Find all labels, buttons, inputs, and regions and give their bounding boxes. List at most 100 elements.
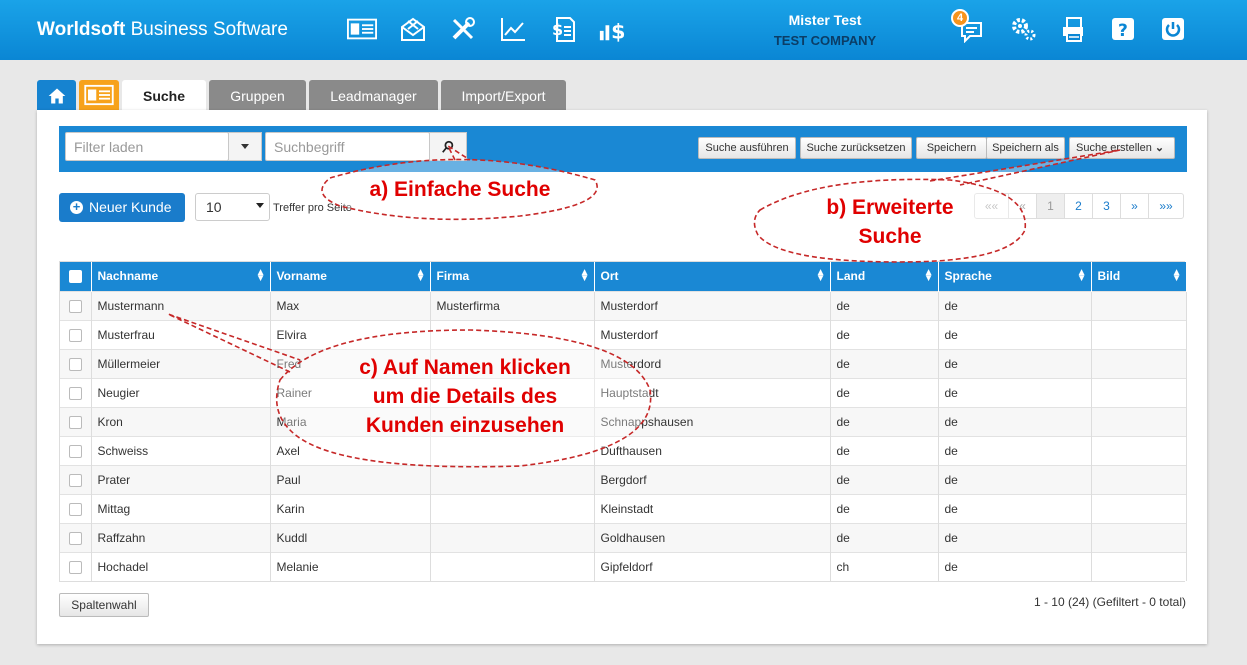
cell-nachname[interactable]: Raffzahn [91, 522, 271, 552]
power-icon[interactable] [1156, 14, 1190, 44]
annotation-click-name-line3: Kunden einzusehen [365, 414, 565, 437]
notification-badge[interactable]: 4 [951, 9, 969, 27]
cell-firma [430, 551, 595, 581]
cell-nachname[interactable]: Schweiss [91, 435, 271, 465]
col-header-nachname[interactable]: Nachname ▲ ▼ [91, 262, 271, 291]
table-row[interactable]: Hochadel Melanie Gipfeldorf ch de [60, 551, 1187, 581]
cell-ort: Bergdorf [594, 464, 831, 494]
cell-nachname[interactable]: Musterfrau [91, 319, 271, 349]
row-checkbox[interactable] [68, 473, 82, 487]
filter-dropdown-button[interactable] [228, 132, 262, 161]
row-select-cell [60, 290, 92, 320]
sort-icon: ▲ ▼ [923, 267, 934, 284]
table-row[interactable]: Schweiss Axel Dufthausen de de [60, 435, 1187, 465]
help-icon[interactable]: ? [1106, 14, 1140, 44]
new-customer-button[interactable]: + Neuer Kunde [59, 193, 185, 222]
pager-last[interactable]: »» [1149, 194, 1183, 218]
tab-contacts[interactable] [79, 80, 119, 110]
row-checkbox[interactable] [68, 299, 82, 313]
reset-search-button[interactable]: Suche zurücksetzen [800, 137, 912, 159]
cell-nachname[interactable]: Neugier [91, 377, 271, 407]
cell-sprache: de [938, 290, 1092, 320]
cell-firma [430, 319, 595, 349]
tab-leadmanager[interactable]: Leadmanager [309, 80, 438, 110]
cell-bild [1091, 435, 1187, 465]
mail-icon[interactable] [396, 14, 430, 44]
col-header-land[interactable]: Land ▲ ▼ [830, 262, 939, 291]
cell-ort: Musterdorf [594, 319, 831, 349]
settings-icon[interactable] [1006, 14, 1040, 44]
save-button[interactable]: Speichern [916, 137, 987, 159]
row-checkbox[interactable] [68, 531, 82, 545]
cell-nachname[interactable]: Mustermann [91, 290, 271, 320]
col-header-vorname[interactable]: Vorname ▲ ▼ [270, 262, 431, 291]
cell-vorname: Karin [270, 493, 431, 523]
execute-search-button[interactable]: Suche ausführen [698, 137, 796, 159]
user-name: Mister Test [788, 12, 862, 28]
select-all-header [60, 262, 92, 291]
col-header-ort[interactable]: Ort ▲ ▼ [594, 262, 831, 291]
tab-home[interactable] [37, 80, 76, 110]
row-select-cell [60, 522, 92, 552]
printer-icon[interactable] [1056, 14, 1090, 44]
column-select-button[interactable]: Spaltenwahl [59, 593, 149, 617]
create-search-button[interactable]: Suche erstellen ⌄ [1069, 137, 1175, 159]
select-all-checkbox[interactable] [68, 270, 82, 284]
row-select-cell [60, 348, 92, 378]
tab-gruppen[interactable]: Gruppen [209, 80, 306, 110]
annotation-click-name-line1: c) Auf Namen klicken [359, 356, 571, 379]
tab-suche[interactable]: Suche [122, 80, 206, 112]
cell-nachname[interactable]: Müllermeier [91, 348, 271, 378]
pager-page-2[interactable]: 2 [1065, 194, 1093, 218]
table-row[interactable]: Musterfrau Elvira Musterdorf de de [60, 319, 1187, 349]
user-info[interactable]: Mister Test TEST COMPANY [740, 12, 910, 48]
cell-nachname[interactable]: Hochadel [91, 551, 271, 581]
cell-nachname[interactable]: Prater [91, 464, 271, 494]
table-row[interactable]: Mustermann Max Musterfirma Musterdorf de de [60, 290, 1187, 320]
table-row[interactable]: Prater Paul Bergdorf de de [60, 464, 1187, 494]
col-header-sprache[interactable]: Sprache ▲ ▼ [938, 262, 1092, 291]
table-row[interactable]: Raffzahn Kuddl Goldhausen de de [60, 522, 1187, 552]
pager-page-1[interactable]: 1 [1037, 194, 1065, 218]
col-label: Ort [600, 269, 619, 284]
cell-nachname[interactable]: Mittag [91, 493, 271, 523]
brand-logo: Worldsoft Business Software [37, 19, 288, 41]
cell-nachname[interactable]: Kron [91, 406, 271, 436]
row-checkbox[interactable] [68, 386, 82, 400]
cell-land: de [830, 493, 939, 523]
cell-bild [1091, 551, 1187, 581]
sort-icon: ▲ ▼ [1171, 267, 1182, 284]
pager-next[interactable]: » [1121, 194, 1149, 218]
cell-bild [1091, 493, 1187, 523]
row-checkbox[interactable] [68, 502, 82, 516]
col-label: Sprache [944, 269, 992, 284]
sales-icon[interactable]: $ [596, 14, 630, 44]
table-row[interactable]: Mittag Karin Kleinstadt de de [60, 493, 1187, 523]
brand-rest: Business Software [125, 19, 288, 40]
cell-land: de [830, 435, 939, 465]
chart-icon[interactable] [496, 14, 530, 44]
row-checkbox[interactable] [68, 328, 82, 342]
row-checkbox[interactable] [68, 560, 82, 574]
contact-card-icon[interactable] [345, 14, 379, 44]
col-header-firma[interactable]: Firma ▲ ▼ [430, 262, 595, 291]
annotation-advanced-search-line1: b) Erweiterte [826, 196, 954, 219]
cell-vorname: Axel [270, 435, 431, 465]
row-checkbox[interactable] [68, 444, 82, 458]
cell-bild [1091, 319, 1187, 349]
save-as-button[interactable]: Speichern als [986, 137, 1065, 159]
pager-prev[interactable]: « [1009, 194, 1037, 218]
search-button[interactable] [429, 132, 467, 161]
search-input[interactable]: Suchbegriff [265, 132, 430, 161]
tab-import-export[interactable]: Import/Export [441, 80, 566, 110]
filter-select[interactable]: Filter laden [65, 132, 229, 161]
per-page-select[interactable]: 10 [195, 193, 270, 221]
cell-bild [1091, 406, 1187, 436]
cell-land: de [830, 464, 939, 494]
row-checkbox[interactable] [68, 357, 82, 371]
tools-icon[interactable] [446, 14, 480, 44]
col-header-bild[interactable]: Bild ▲ ▼ [1091, 262, 1187, 291]
invoice-icon[interactable]: $ [546, 14, 580, 44]
row-checkbox[interactable] [68, 415, 82, 429]
pager-page-3[interactable]: 3 [1093, 194, 1121, 218]
